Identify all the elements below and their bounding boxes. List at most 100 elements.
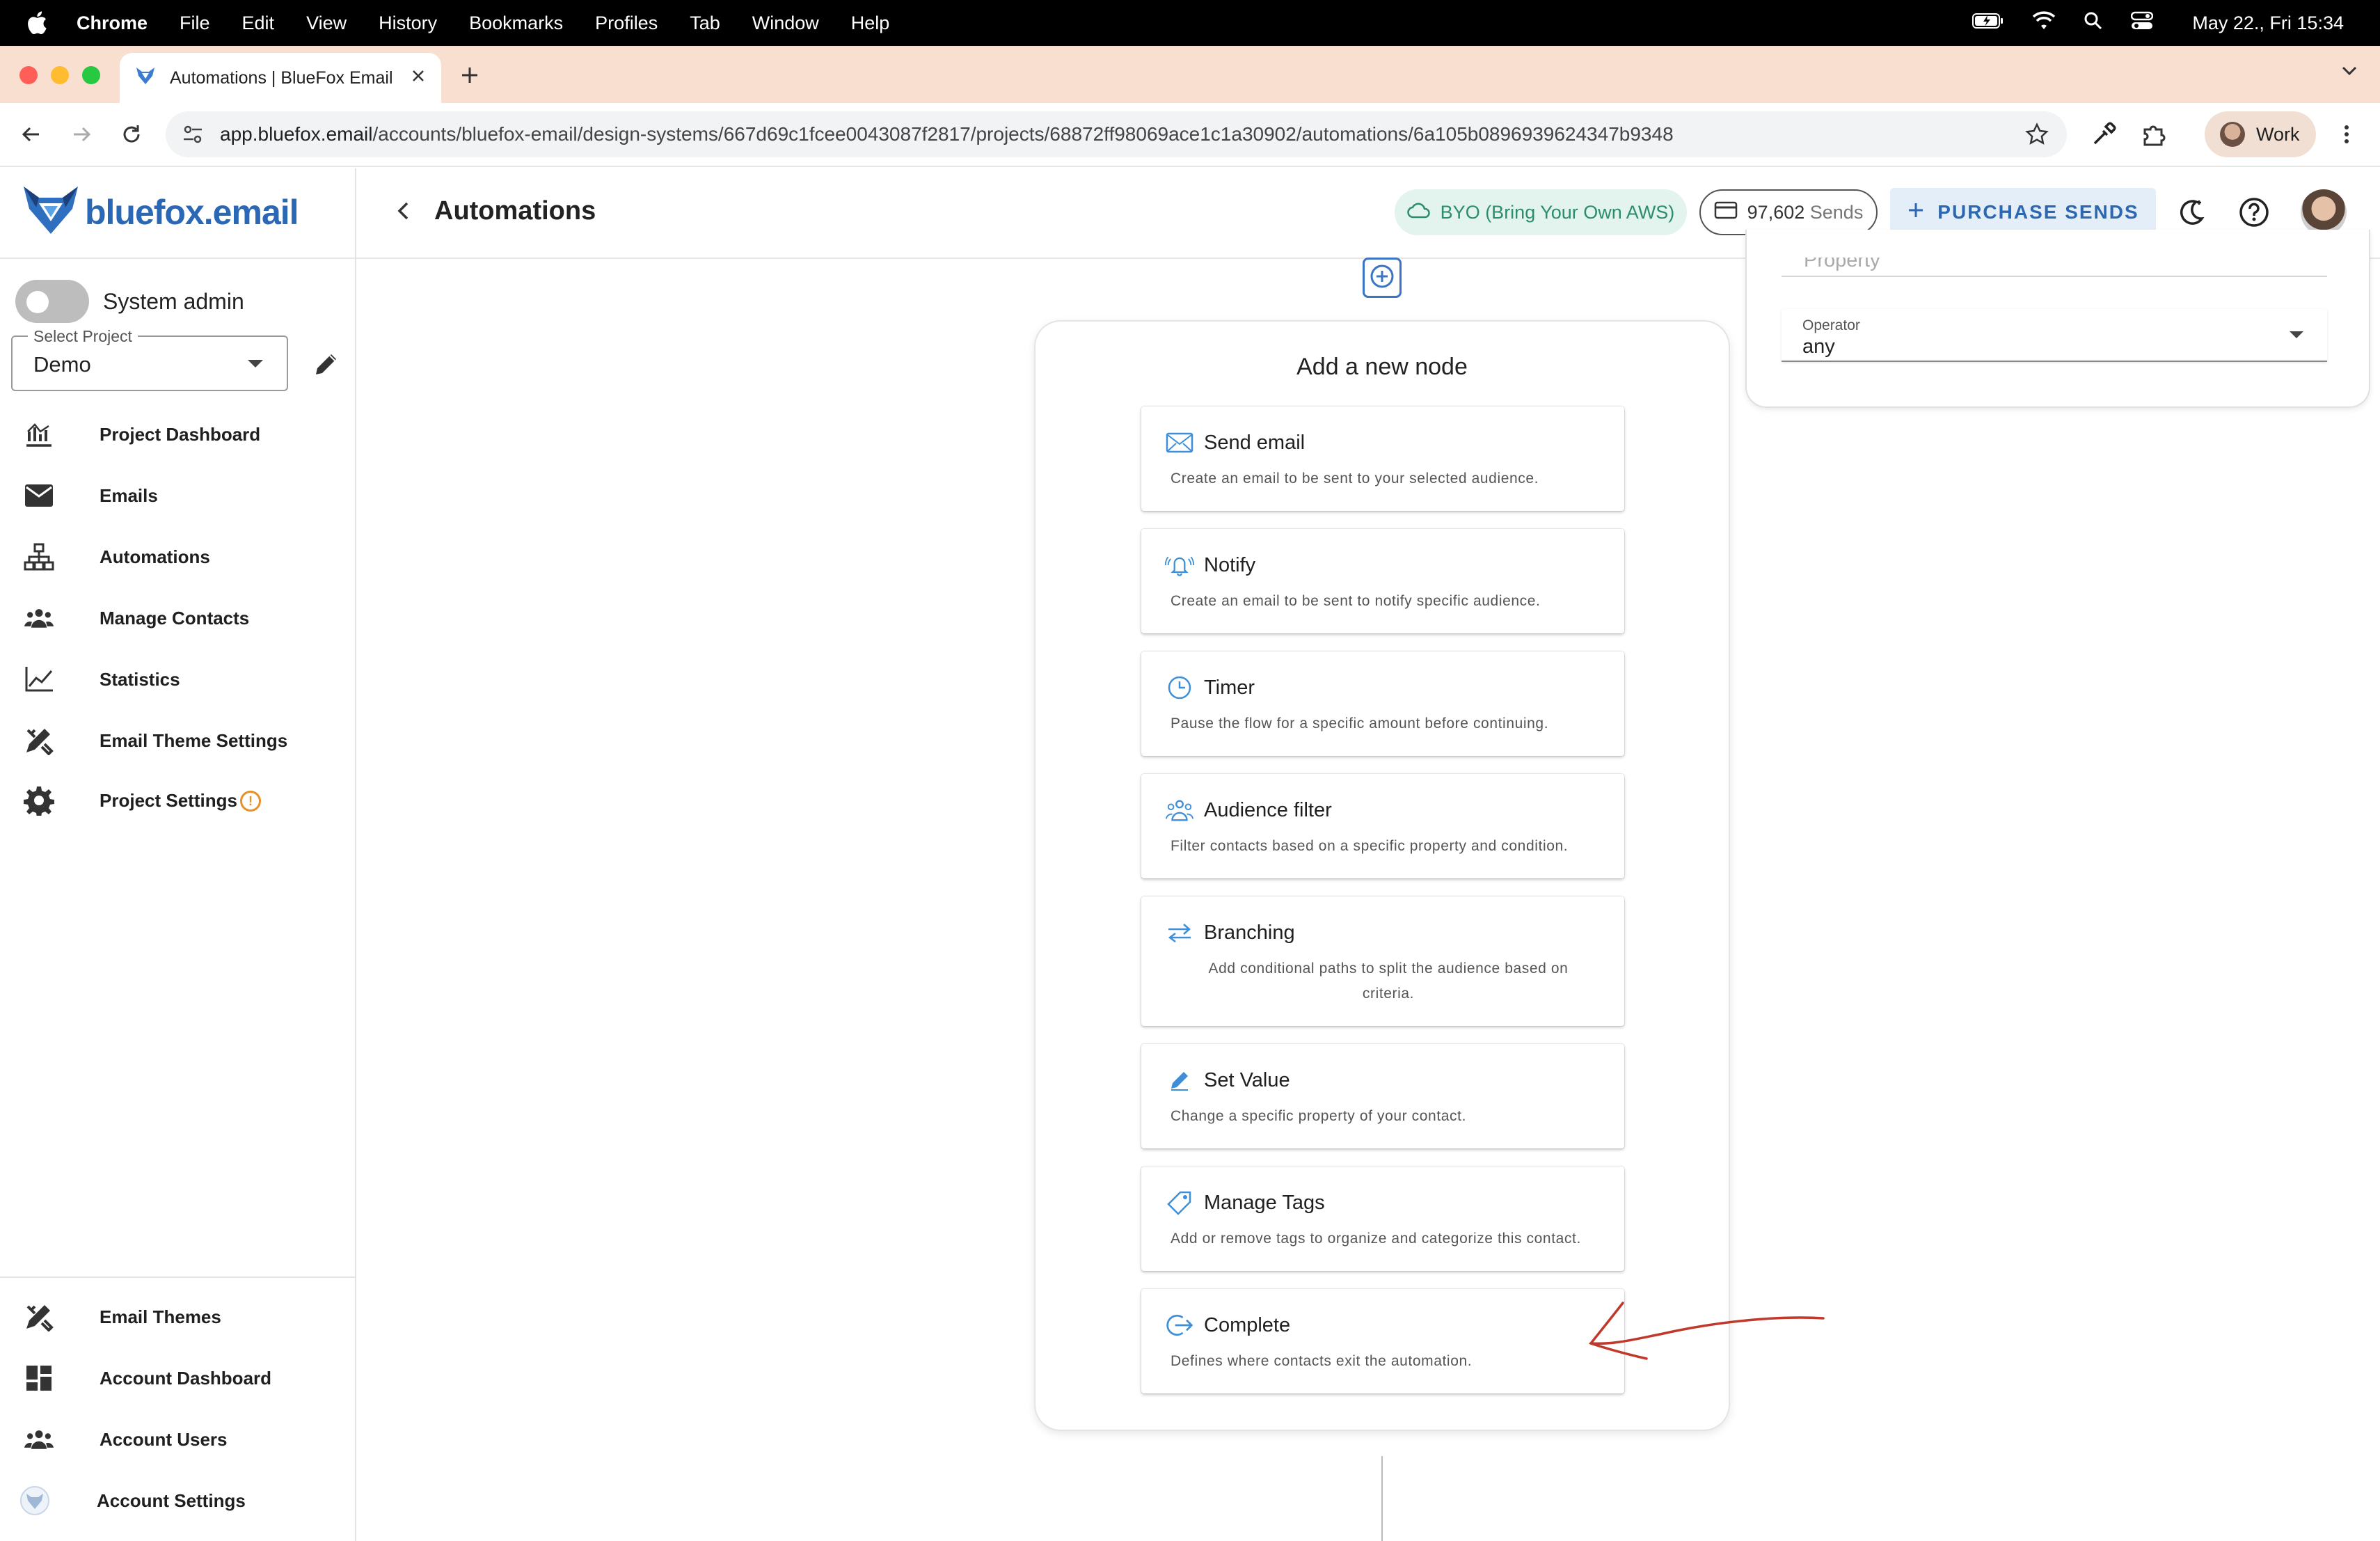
add-node-button[interactable] — [1363, 258, 1402, 298]
sidebar-divider — [355, 168, 356, 1541]
node-option-notify[interactable]: Notify Create an email to be sent to not… — [1141, 529, 1624, 633]
reload-icon[interactable] — [120, 123, 143, 150]
user-avatar[interactable] — [2301, 189, 2347, 235]
sidebar-item-emails[interactable]: Emails — [0, 468, 355, 523]
cloud-icon — [1406, 201, 1431, 224]
node-option-set-value[interactable]: Set Value Change a specific property of … — [1141, 1044, 1624, 1148]
node-option-complete[interactable]: Complete Defines where contacts exit the… — [1141, 1289, 1624, 1393]
design-tools-icon — [24, 1303, 54, 1331]
back-arrow-icon[interactable] — [19, 123, 43, 150]
menu-edit[interactable]: Edit — [242, 13, 275, 34]
sidebar-item-label: Manage Contacts — [100, 607, 250, 629]
sidebar-item-account-users[interactable]: Account Users — [0, 1412, 355, 1467]
control-center-icon[interactable] — [2131, 11, 2154, 35]
sidebar-item-email-themes[interactable]: Email Themes — [0, 1289, 355, 1345]
window-close-button[interactable] — [19, 66, 38, 84]
window-zoom-button[interactable] — [82, 66, 100, 84]
clock-icon — [1165, 675, 1194, 700]
menu-view[interactable]: View — [306, 13, 347, 34]
window-minimize-button[interactable] — [51, 66, 69, 84]
system-admin-toggle[interactable]: System admin — [15, 280, 244, 323]
tab-search-chevron-icon[interactable] — [2340, 63, 2359, 81]
menu-tab[interactable]: Tab — [690, 13, 720, 34]
purchase-sends-label: PURCHASE SENDS — [1937, 201, 2139, 223]
operator-label: Operator — [1802, 317, 1860, 333]
node-title: Notify — [1204, 554, 1256, 576]
help-question-icon[interactable] — [2238, 196, 2270, 232]
node-description: Add or remove tags to organize and categ… — [1171, 1231, 1581, 1247]
node-title: Timer — [1204, 677, 1255, 699]
node-option-timer[interactable]: Timer Pause the flow for a specific amou… — [1141, 651, 1624, 756]
sidebar-item-account-settings[interactable]: Account Settings — [0, 1473, 355, 1528]
bluefox-favicon-icon — [135, 66, 156, 90]
node-title: Audience filter — [1204, 799, 1332, 821]
url-text[interactable]: app.bluefox.email/accounts/bluefox-email… — [220, 123, 1674, 145]
menu-history[interactable]: History — [379, 13, 437, 34]
menu-app-name[interactable]: Chrome — [77, 13, 148, 34]
color-picker-extension-icon[interactable] — [2091, 121, 2117, 151]
forward-arrow-icon[interactable] — [70, 123, 93, 150]
new-tab-button[interactable] — [459, 61, 480, 93]
dashboard-grid-icon — [24, 1364, 54, 1392]
tag-icon — [1165, 1190, 1194, 1215]
browser-tab[interactable]: Automations | BlueFox Email — [120, 53, 441, 103]
menu-bookmarks[interactable]: Bookmarks — [469, 13, 563, 34]
plus-circle-icon — [1368, 262, 1396, 294]
node-description: Add conditional paths to split the audie… — [1208, 961, 1569, 1002]
bluefox-logo[interactable]: bluefox.email — [21, 184, 299, 240]
sidebar-item-project-dashboard[interactable]: Project Dashboard — [0, 406, 355, 462]
dark-mode-moon-icon[interactable] — [2175, 196, 2207, 232]
sidebar-item-label: Statistics — [100, 668, 180, 690]
sidebar-item-label: Project Dashboard — [100, 423, 261, 445]
battery-icon[interactable] — [1972, 13, 2004, 34]
profile-avatar — [2220, 122, 2245, 147]
sidebar-item-label: Email Theme Settings — [100, 729, 288, 751]
menu-window[interactable]: Window — [752, 13, 819, 34]
sidebar-item-label: Email Themes — [100, 1306, 221, 1327]
audience-filter-icon — [1165, 798, 1194, 823]
node-title: Set Value — [1204, 1069, 1290, 1091]
sidebar-item-statistics[interactable]: Statistics — [0, 651, 355, 707]
menu-profiles[interactable]: Profiles — [595, 13, 658, 34]
chrome-menu-kebab-icon[interactable] — [2338, 123, 2355, 150]
tab-close-icon[interactable] — [411, 68, 426, 88]
wifi-icon[interactable] — [2032, 10, 2056, 35]
sidebar-separator — [0, 1277, 355, 1278]
back-chevron-icon[interactable] — [390, 197, 418, 228]
sidebar-item-automations[interactable]: Automations — [0, 529, 355, 585]
menu-help[interactable]: Help — [851, 13, 890, 34]
byo-aws-badge[interactable]: BYO (Bring Your Own AWS) — [1395, 189, 1687, 235]
apple-icon[interactable] — [26, 11, 50, 35]
sidebar-item-label: Account Users — [100, 1428, 228, 1450]
sidebar-item-project-settings[interactable]: Project Settings ! — [0, 773, 355, 828]
extensions-puzzle-icon[interactable] — [2141, 121, 2167, 151]
site-settings-icon[interactable] — [181, 123, 205, 150]
address-bar[interactable]: app.bluefox.email/accounts/bluefox-email… — [166, 111, 2067, 157]
exit-icon — [1165, 1313, 1194, 1338]
line-chart-icon — [24, 665, 54, 693]
spotlight-search-icon[interactable] — [2084, 11, 2103, 35]
edit-pencil-icon[interactable] — [312, 349, 341, 382]
menu-clock[interactable]: May 22., Fri 15:34 — [2192, 13, 2344, 34]
node-option-audience-filter[interactable]: Audience filter Filter contacts based on… — [1141, 774, 1624, 878]
project-select-value: Demo — [33, 352, 91, 377]
sidebar-item-manage-contacts[interactable]: Manage Contacts — [0, 590, 355, 646]
bookmark-star-icon[interactable] — [2025, 123, 2049, 150]
project-select[interactable]: Select Project Demo — [11, 327, 288, 391]
sidebar-item-account-dashboard[interactable]: Account Dashboard — [0, 1350, 355, 1406]
property-select[interactable]: Property — [1782, 258, 2327, 277]
toggle-switch[interactable] — [15, 280, 89, 323]
sidebar-item-email-theme-settings[interactable]: Email Theme Settings — [0, 713, 355, 768]
node-title: Send email — [1204, 432, 1306, 454]
profile-chip[interactable]: Work — [2205, 111, 2316, 157]
menu-file[interactable]: File — [180, 13, 210, 34]
node-option-send-email[interactable]: Send email Create an email to be sent to… — [1141, 406, 1624, 511]
tab-title: Automations | BlueFox Email — [170, 68, 393, 88]
contacts-icon — [24, 604, 54, 632]
node-description: Create an email to be sent to notify spe… — [1171, 593, 1541, 609]
branch-arrows-icon — [1165, 920, 1194, 945]
node-option-branching[interactable]: Branching Add conditional paths to split… — [1141, 896, 1624, 1026]
sends-counter[interactable]: 97,602 Sends — [1699, 189, 1878, 235]
node-option-manage-tags[interactable]: Manage Tags Add or remove tags to organi… — [1141, 1167, 1624, 1271]
operator-select[interactable]: Operator any — [1782, 309, 2327, 362]
